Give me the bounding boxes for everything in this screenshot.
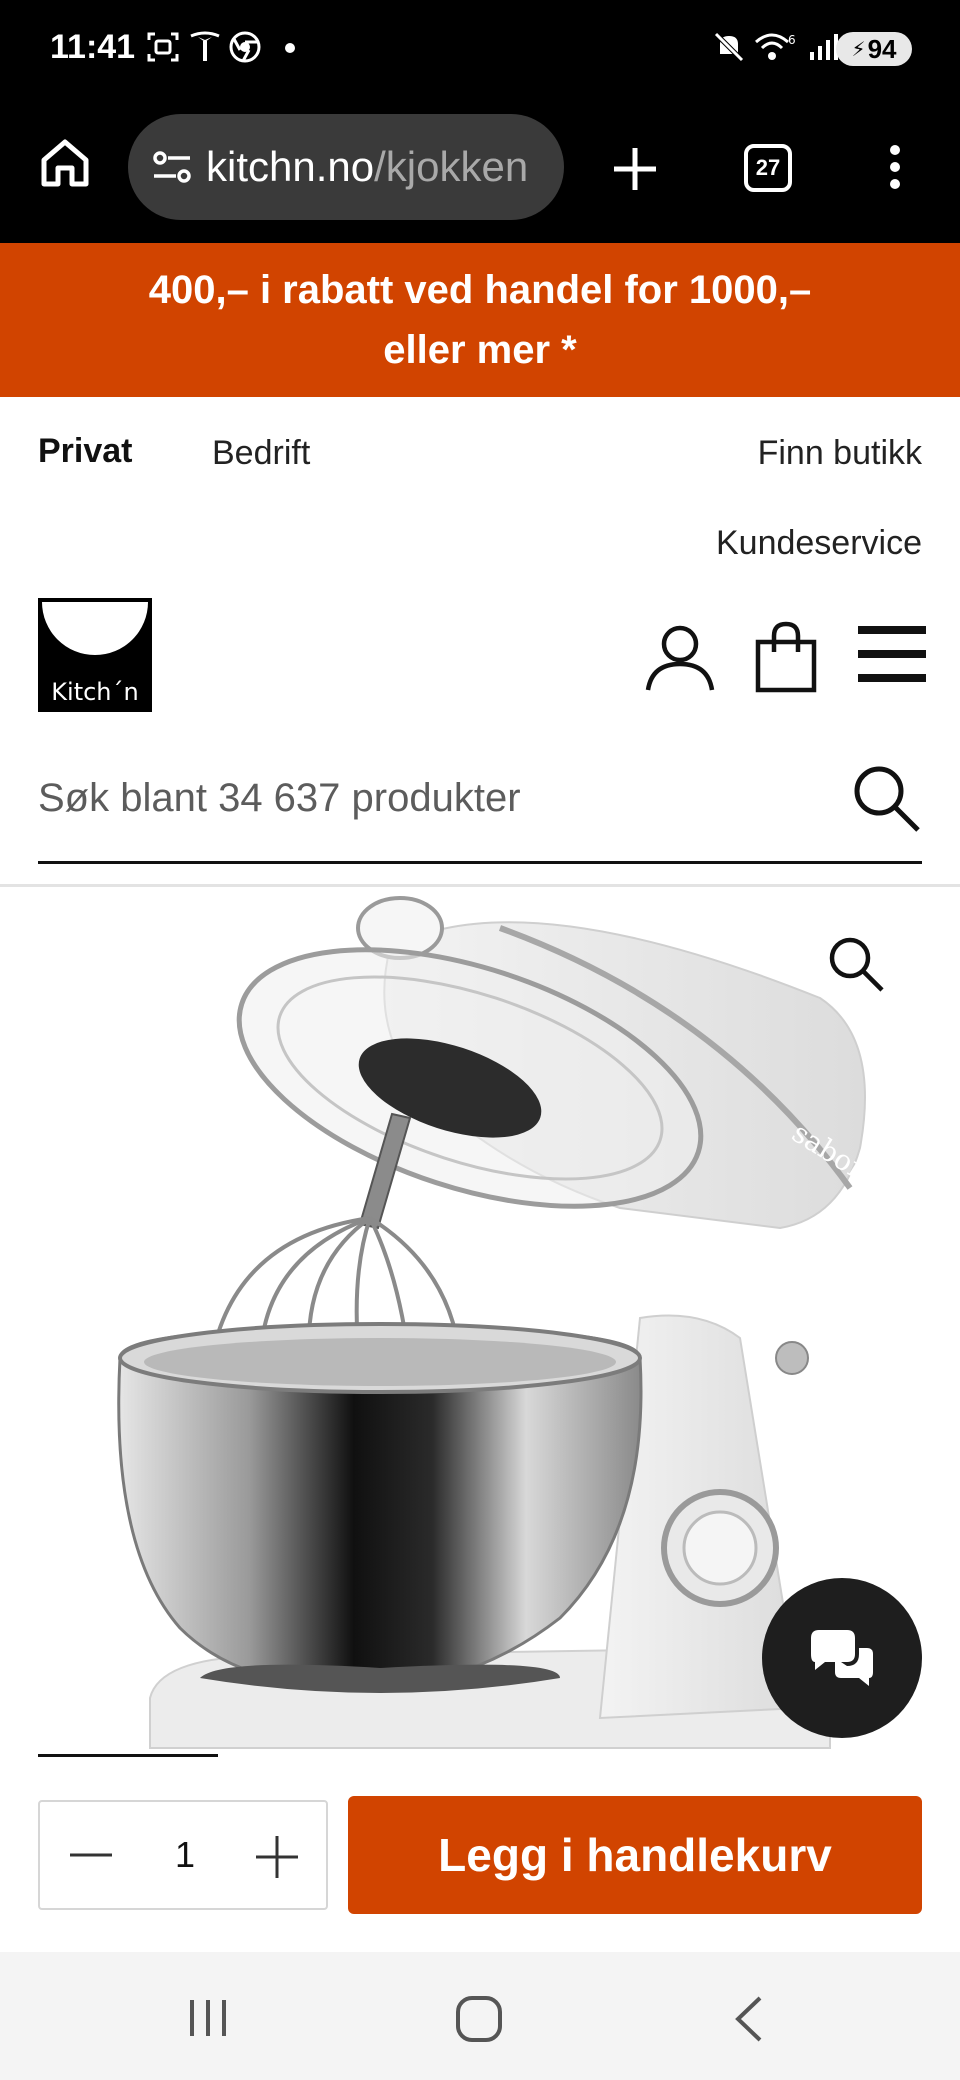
status-bar: 11:41 6 ⚡ 94 [0, 0, 960, 100]
more-options-icon[interactable] [880, 140, 910, 200]
promo-banner[interactable]: 400,– i rabatt ved handel for 1000,– ell… [0, 243, 960, 397]
site-settings-icon[interactable] [150, 145, 194, 189]
chat-button[interactable] [762, 1578, 922, 1738]
signal-icon [810, 34, 838, 60]
back-icon[interactable] [730, 1994, 770, 2044]
tab-switcher-button[interactable]: 27 [744, 144, 792, 192]
mute-icon [714, 32, 744, 62]
url-path: /kjokken [374, 143, 529, 190]
search-input[interactable]: Søk blant 34 637 produkter [38, 740, 922, 864]
nav-bedrift[interactable]: Bedrift [212, 434, 310, 473]
nav-finn-butikk[interactable]: Finn butikk [758, 434, 922, 473]
logo-text: Kitch´n [51, 678, 139, 706]
nav-privat[interactable]: Privat [38, 432, 133, 471]
chrome-icon [229, 31, 261, 63]
home-nav-icon[interactable] [454, 1994, 504, 2044]
menu-icon[interactable] [856, 624, 928, 684]
url-host: kitchn.no [206, 143, 375, 190]
status-time: 11:41 [50, 28, 136, 66]
add-to-cart-button[interactable]: Legg i handlekurv [348, 1796, 922, 1914]
zoom-icon[interactable] [826, 934, 886, 994]
carousel-indicator [38, 1754, 218, 1757]
system-navigation-bar [0, 1952, 960, 2080]
wifi-icon: 6 [755, 33, 796, 60]
address-bar[interactable]: kitchn.no/kjokken [128, 114, 564, 220]
dot-icon [285, 43, 295, 53]
account-icon[interactable] [644, 622, 716, 694]
quantity-stepper: 1 [38, 1800, 328, 1910]
battery-level: 94 [867, 33, 897, 64]
site-logo[interactable]: Kitch´n [38, 598, 152, 712]
home-icon[interactable] [38, 136, 92, 190]
header-divider [0, 884, 960, 887]
nav-kundeservice[interactable]: Kundeservice [716, 524, 922, 563]
tesla-icon [190, 31, 220, 61]
new-tab-icon[interactable] [610, 144, 660, 194]
screenshot-icon [147, 32, 179, 62]
browser-toolbar: kitchn.no/kjokken 27 [0, 100, 960, 243]
increase-quantity-button[interactable] [254, 1834, 300, 1880]
search-placeholder: Søk blant 34 637 produkter [38, 776, 521, 820]
logo-shape [42, 602, 148, 655]
svg-text:6: 6 [788, 33, 796, 47]
url-text: kitchn.no/kjokken [206, 143, 528, 191]
chat-icon [811, 1630, 873, 1686]
search-icon[interactable] [850, 762, 922, 834]
cart-icon[interactable] [754, 620, 818, 694]
battery-icon: ⚡ 94 [836, 32, 912, 66]
recent-apps-icon[interactable] [186, 1996, 230, 2040]
